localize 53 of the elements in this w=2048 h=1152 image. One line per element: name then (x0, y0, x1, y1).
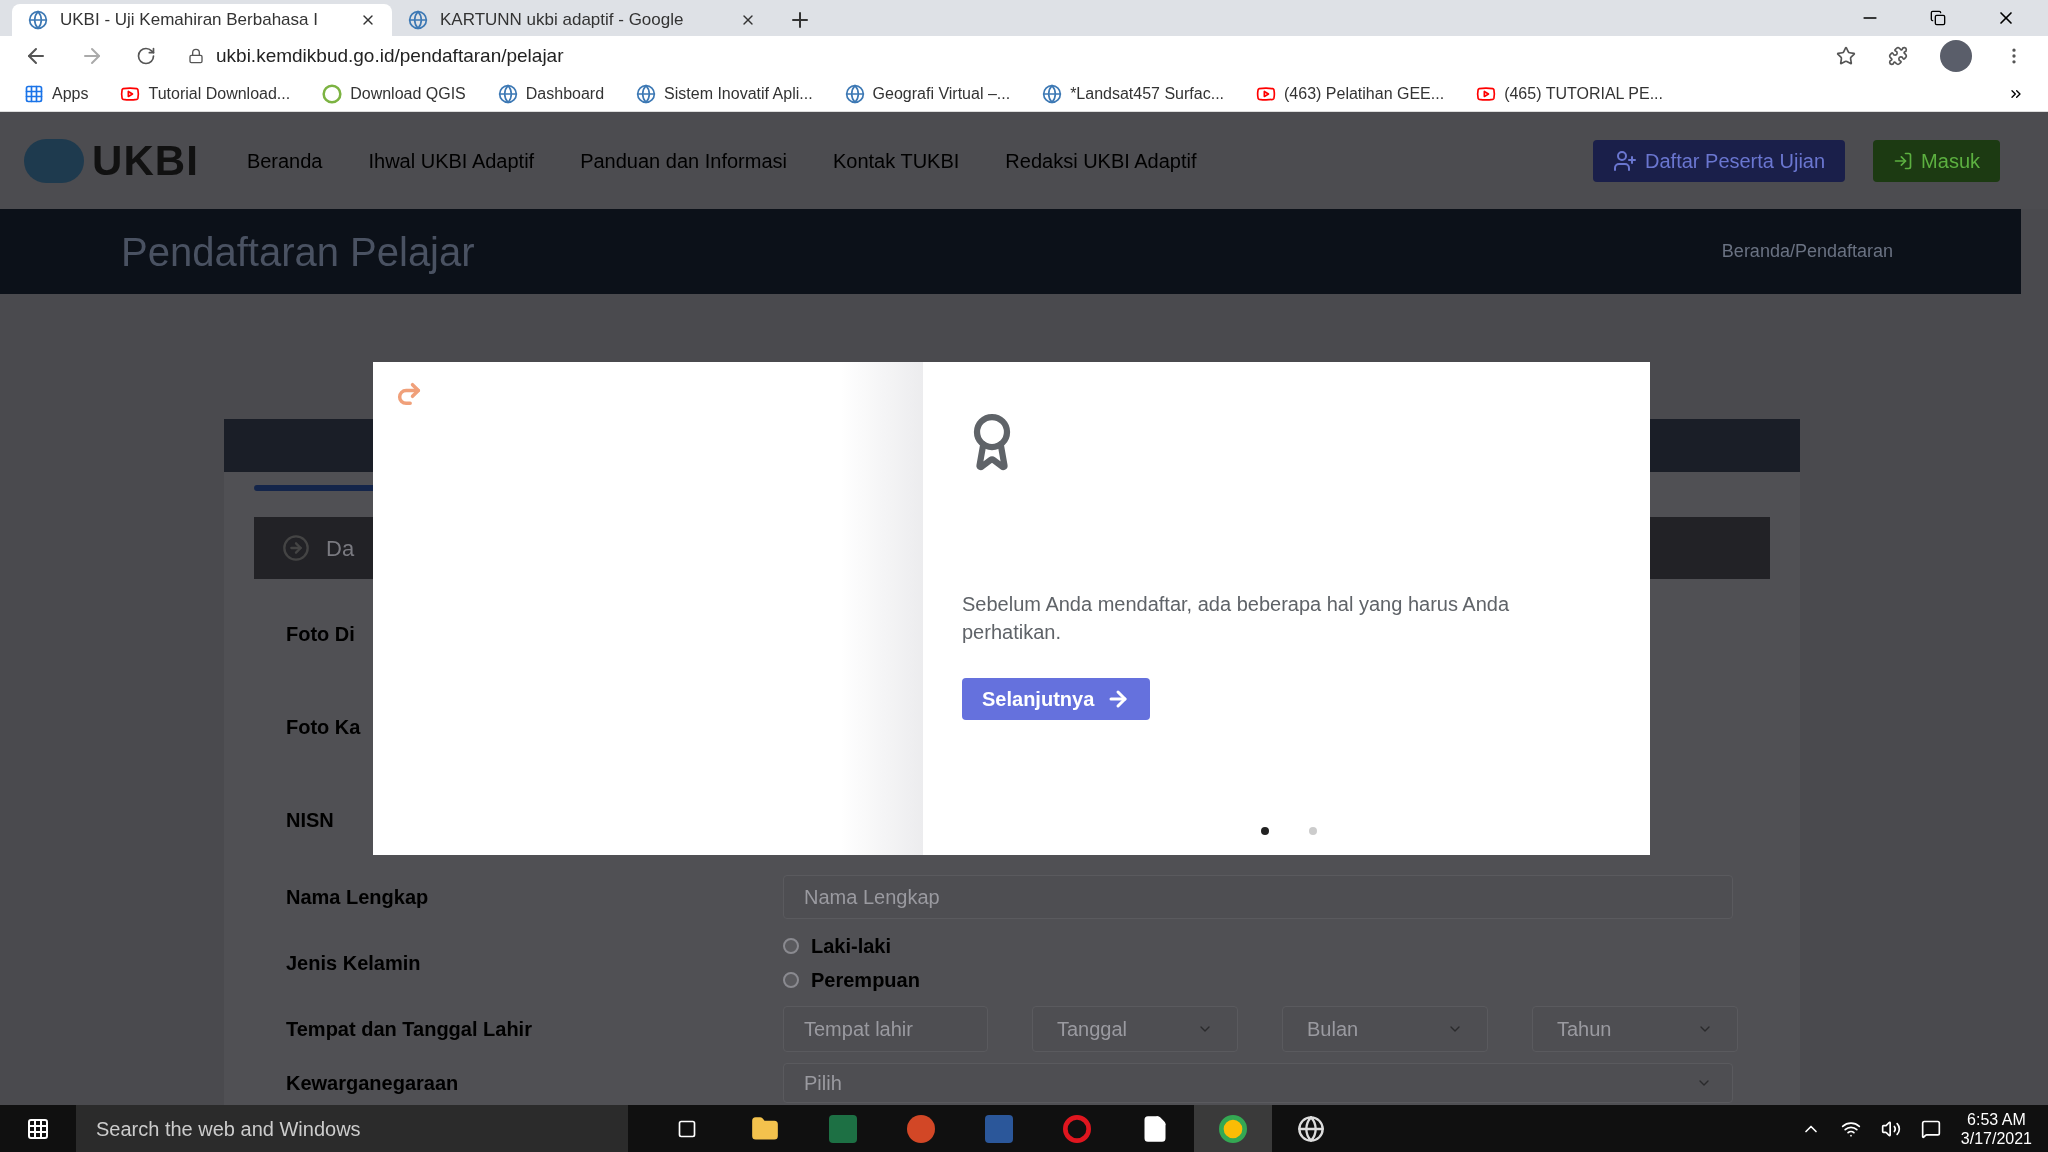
globe-icon (844, 83, 865, 104)
step-title: Da (326, 534, 355, 563)
extensions-icon[interactable] (1888, 46, 1908, 66)
taskbar-search[interactable]: Search the web and Windows (76, 1105, 628, 1152)
apps-icon (24, 83, 44, 104)
field-label: Nama Lengkap (286, 885, 430, 910)
bookmark[interactable]: Tutorial Download... (120, 81, 291, 106)
field-label: Foto Ka (286, 714, 362, 740)
restore-icon[interactable] (1930, 10, 1946, 26)
bookmark[interactable]: (463) Pelatihan GEE... (1256, 81, 1445, 106)
clock[interactable]: 6:53 AM 3/17/2021 (1960, 1109, 2032, 1148)
register-button[interactable]: Daftar Peserta Ujian (1593, 139, 1846, 182)
globe-icon (408, 10, 428, 30)
bookmark[interactable]: Sistem Inovatif Apli... (636, 81, 813, 106)
bookmark[interactable]: Geografi Virtual –... (844, 81, 1011, 106)
radio-label: Laki-laki (811, 934, 892, 959)
lock-icon (188, 48, 204, 64)
field-label: Tempat dan Tanggal Lahir (286, 1017, 533, 1042)
login-icon (1893, 150, 1914, 171)
globe-icon (28, 10, 48, 30)
next-button[interactable]: Selanjutnya (962, 678, 1151, 720)
login-button[interactable]: Masuk (1873, 139, 2000, 182)
field-label: Kewarganegaraan (286, 1071, 460, 1096)
browser-tab[interactable]: UKBI - Uji Kemahiran Berbahasa I (12, 4, 392, 36)
radio-button[interactable] (783, 938, 799, 954)
step-icon (282, 534, 310, 562)
globe-icon (636, 83, 657, 104)
redo-arrow-icon (395, 380, 423, 408)
user-plus-icon (1613, 148, 1637, 173)
globe-icon (1042, 83, 1063, 104)
field-label: Foto Di (286, 621, 356, 647)
bookmark[interactable]: Apps (24, 81, 89, 106)
reload-icon[interactable] (136, 46, 156, 66)
bookmark[interactable]: (465) TUTORIAL PE... (1476, 81, 1663, 106)
avatar[interactable] (1940, 40, 1972, 72)
volume-icon[interactable] (1880, 1118, 1901, 1139)
bookmark[interactable]: *Landsat457 Surfac... (1042, 81, 1225, 106)
ring-icon (322, 83, 343, 104)
notifications-icon[interactable] (1920, 1118, 1941, 1139)
bookmark[interactable]: Dashboard (497, 81, 605, 106)
radio-button[interactable] (783, 972, 799, 988)
browser-icon[interactable] (1194, 1105, 1272, 1152)
text-field[interactable]: Nama Lengkap (783, 875, 1733, 919)
radio-label: Perempuan (811, 968, 920, 993)
birthplace-field[interactable]: Tempat lahir (783, 1006, 988, 1052)
star-icon[interactable] (1836, 46, 1856, 66)
page-title: Pendaftaran Pelajar (121, 228, 475, 276)
bookmark[interactable]: Download QGIS (322, 81, 466, 106)
field-label: NISN (286, 807, 335, 833)
modal-message: Sebelum Anda mendaftar, ada beberapa hal yang harus Anda perhatikan. (962, 592, 1511, 645)
globe-icon (497, 83, 518, 104)
field-label: Jenis Kelamin (286, 951, 422, 976)
breadcrumb: Beranda/Pendaftaran (1721, 240, 1893, 263)
